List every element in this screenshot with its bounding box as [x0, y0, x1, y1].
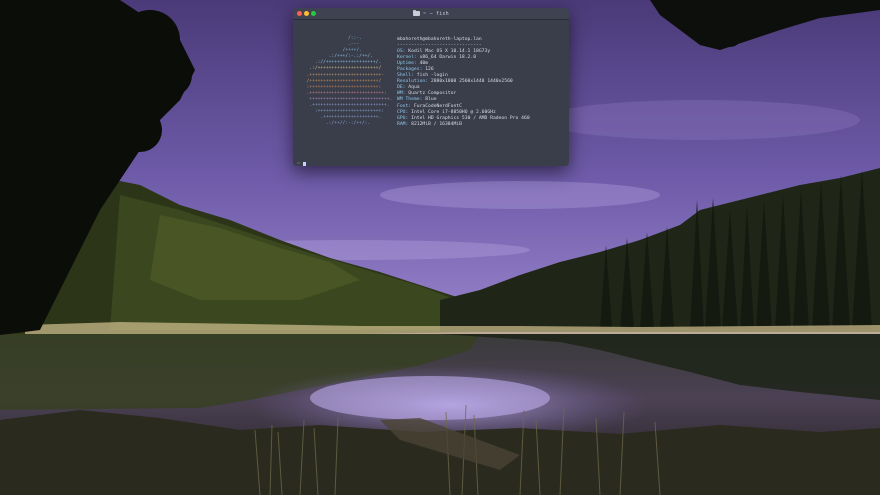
- logo-line: +++++++++++++++++++++++++++++.: [301, 96, 393, 102]
- folder-icon: [413, 10, 421, 16]
- ascii-logo: /::-. .--- /++++/. .:/+++/:-.:/++/. .://…: [301, 36, 393, 127]
- logo-line: .++++++++++++++++++++++++++-: [301, 72, 384, 78]
- logo-line: .://++++++++++++++++++/.: [301, 60, 382, 66]
- terminal-content[interactable]: /::-. .--- /++++/. .:/+++/:-.:/++/. .://…: [293, 20, 569, 166]
- prompt-symbol: ~: [297, 161, 301, 166]
- text-cursor: [303, 161, 307, 166]
- logo-line: .:/++//:-:/++/:.: [301, 121, 371, 127]
- logo-line: /+++++++++++++++++++++++++/: [301, 78, 382, 84]
- logo-line: .+++++++++++++++++++++++++++.: [301, 103, 390, 109]
- window-title: ~ — fish: [293, 8, 569, 19]
- info-value: ------------------------------: [397, 43, 482, 49]
- info-key: DE:: [397, 85, 409, 91]
- logo-line: .---: [301, 42, 360, 48]
- info-value: 8212MiB / 16384MiB: [411, 121, 462, 127]
- logo-line: .:/+++/:-.:/++/.: [301, 54, 373, 60]
- info-value: 126: [425, 67, 434, 73]
- info-key: Kernel:: [397, 55, 420, 61]
- info-line: RAM: 8212MiB / 16384MiB: [397, 122, 530, 128]
- info-key: CPU:: [397, 109, 412, 115]
- terminal-titlebar[interactable]: ~ — fish: [293, 8, 569, 20]
- system-info: mbahoreth@mbahoreth-laptop.lan ----------…: [397, 37, 530, 128]
- logo-line: .:/++++++++++++++++++++++/: [301, 66, 382, 72]
- logo-line: :+++++++++++++++++++++++:: [301, 109, 384, 115]
- info-value: Blue: [425, 97, 437, 103]
- info-value: Intel Core i7-8850HQ @ 2.60GHz: [411, 109, 496, 115]
- info-key: WM Theme:: [397, 97, 426, 103]
- command-prompt[interactable]: ~: [297, 161, 307, 166]
- info-key: OS:: [397, 49, 409, 55]
- terminal-window[interactable]: ~ — fish /::-. .--- /++++/. .:/+++/:-.:/…: [293, 8, 569, 166]
- info-value: Kodil Mac OS X 10.14.1 18G73y: [408, 49, 491, 55]
- info-value: 2880x1800 2560x1440 1440x2560: [430, 79, 513, 85]
- info-value: FuraCodeNerdFontC: [413, 103, 462, 109]
- logo-line: /++++/.: [301, 48, 362, 54]
- logo-line: .++++++++++++++++++++.: [301, 115, 382, 121]
- info-value: Intel HD Graphics 530 / AMD Radeon Pro 4…: [411, 115, 530, 121]
- info-key: Shell:: [397, 73, 417, 79]
- window-title-text: ~ — fish: [423, 10, 449, 17]
- logo-line: :+++++++++++++++++++++++++:: [301, 84, 382, 90]
- info-key: Resolution:: [397, 79, 431, 85]
- info-value: Quartz Compositor: [408, 91, 457, 97]
- info-key: RAM:: [397, 121, 412, 127]
- info-key: Packages:: [397, 67, 426, 73]
- info-key: Uptime:: [397, 61, 420, 67]
- info-key: GPU:: [397, 115, 412, 121]
- info-value: fish -login: [416, 73, 448, 79]
- desktop: ~ — fish /::-. .--- /++++/. .:/+++/:-.:/…: [0, 0, 880, 495]
- info-value: mbahoreth@mbahoreth-laptop.lan: [397, 37, 482, 42]
- logo-line: /::-.: [301, 36, 362, 41]
- logo-line: .+++++++++++++++++++++++++++:: [301, 90, 387, 96]
- info-key: Font:: [397, 103, 414, 109]
- info-value: x86_64 Darwin 18.2.0: [419, 55, 477, 61]
- info-value: Aqua: [408, 85, 420, 91]
- info-key: WM:: [397, 91, 409, 97]
- info-value: 40m: [419, 61, 429, 67]
